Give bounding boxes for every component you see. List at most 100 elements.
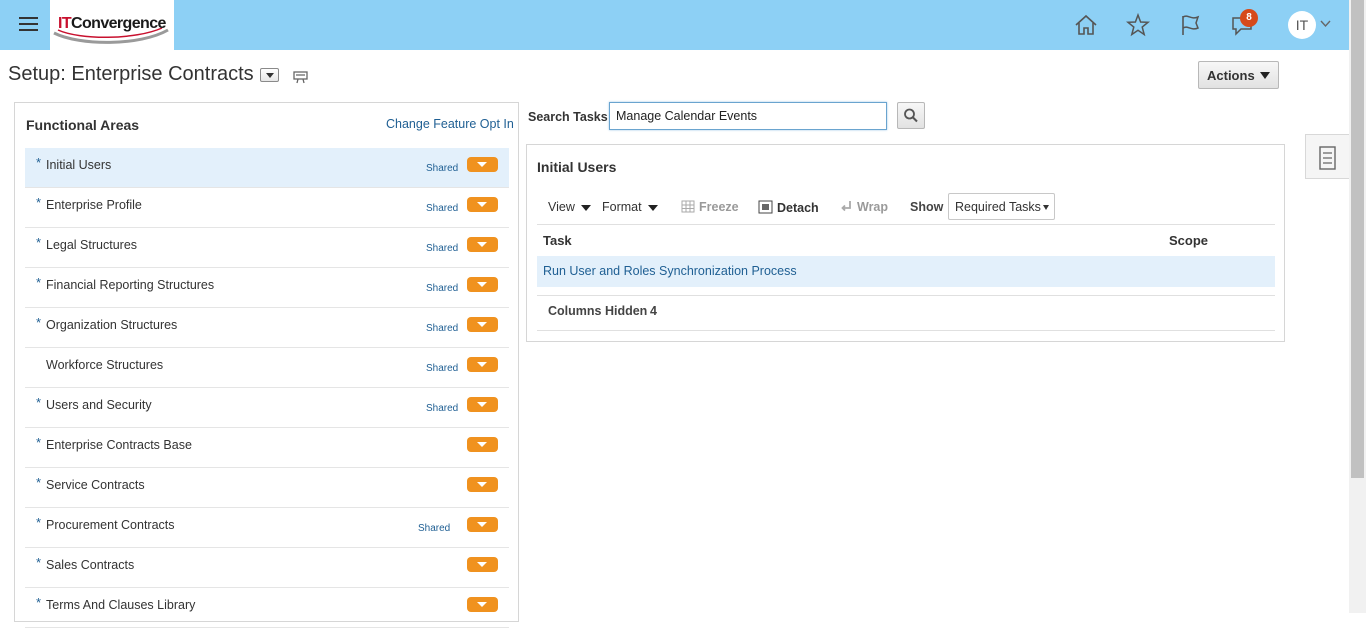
functional-area-label[interactable]: Procurement Contracts (46, 518, 175, 532)
functional-area-label[interactable]: Users and Security (46, 398, 152, 412)
caret-down-icon (1260, 72, 1270, 79)
column-header-scope[interactable]: Scope (1169, 233, 1208, 248)
home-icon[interactable] (1073, 12, 1099, 38)
caret-down-icon (1043, 205, 1049, 210)
functional-area-actions-button[interactable] (467, 317, 498, 332)
table-header: Task Scope (537, 229, 1275, 257)
change-feature-opt-in-link[interactable]: Change Feature Opt In (386, 117, 514, 131)
functional-area-row[interactable]: * Enterprise Profile Shared (25, 188, 509, 228)
columns-hidden-label: Columns Hidden (548, 304, 648, 318)
logo-text: ITConvergence (58, 15, 166, 33)
freeze-label: Freeze (699, 200, 739, 214)
column-header-task[interactable]: Task (543, 233, 572, 248)
functional-area-actions-button[interactable] (467, 357, 498, 372)
required-asterisk: * (36, 515, 42, 530)
functional-area-actions-button[interactable] (467, 237, 498, 252)
functional-area-actions-button[interactable] (467, 477, 498, 492)
page-scrollbar[interactable] (1349, 0, 1366, 613)
scrollbar-thumb[interactable] (1351, 0, 1364, 478)
functional-area-label[interactable]: Sales Contracts (46, 558, 134, 572)
functional-area-row[interactable]: * Users and Security Shared (25, 388, 509, 428)
functional-area-label[interactable]: Workforce Structures (46, 358, 163, 372)
task-link[interactable]: Run User and Roles Synchronization Proce… (543, 264, 797, 278)
detach-button[interactable]: Detach (758, 200, 819, 215)
functional-area-actions-button[interactable] (467, 197, 498, 212)
wrap-label: Wrap (857, 200, 889, 214)
functional-area-actions-button[interactable] (467, 517, 498, 532)
functional-area-label[interactable]: Legal Structures (46, 238, 137, 252)
freeze-icon (681, 200, 695, 213)
functional-area-label[interactable]: Enterprise Contracts Base (46, 438, 192, 452)
title-dropdown-button[interactable] (260, 68, 279, 82)
functional-area-actions-button[interactable] (467, 157, 498, 172)
required-asterisk: * (36, 155, 42, 170)
favorites-star-icon[interactable] (1125, 12, 1151, 38)
functional-area-label[interactable]: Service Contracts (46, 478, 145, 492)
shared-label: Shared (426, 323, 459, 334)
shared-label: Shared (426, 243, 459, 254)
shared-label: Shared (426, 283, 459, 294)
functional-area-row[interactable]: * Service Contracts (25, 468, 509, 508)
logo-suffix: Convergence (71, 15, 166, 32)
functional-areas-panel: Functional Areas Change Feature Opt In *… (14, 102, 519, 628)
functional-area-label[interactable]: Financial Reporting Structures (46, 278, 214, 292)
functional-area-label[interactable]: Enterprise Profile (46, 198, 142, 212)
functional-area-actions-button[interactable] (467, 597, 498, 612)
chevron-down-icon[interactable] (1320, 20, 1331, 28)
required-asterisk: * (36, 195, 42, 210)
detach-icon (758, 200, 773, 214)
functional-area-row[interactable]: * Terms And Clauses Library (25, 588, 509, 628)
search-tasks-input[interactable] (609, 102, 887, 130)
wrap-icon (841, 201, 851, 212)
required-asterisk: * (36, 555, 42, 570)
table-row[interactable]: Run User and Roles Synchronization Proce… (537, 256, 1275, 287)
watchlist-flag-icon[interactable] (1177, 12, 1203, 38)
functional-area-row[interactable]: * Financial Reporting Structures Shared (25, 268, 509, 308)
caret-down-icon (580, 204, 591, 211)
functional-area-actions-button[interactable] (467, 397, 498, 412)
show-select[interactable]: Required Tasks (948, 193, 1055, 220)
presentation-icon[interactable] (293, 71, 308, 84)
functional-area-row[interactable]: * Sales Contracts (25, 548, 509, 588)
user-avatar[interactable]: IT (1288, 11, 1316, 39)
tasks-panel-title: Initial Users (537, 159, 617, 175)
functional-area-label[interactable]: Terms And Clauses Library (46, 598, 195, 612)
detach-label: Detach (777, 201, 819, 215)
view-menu[interactable]: View (548, 200, 591, 214)
required-asterisk: * (36, 275, 42, 290)
navigator-menu-icon[interactable] (19, 17, 38, 31)
functional-area-label[interactable]: Initial Users (46, 158, 111, 172)
functional-area-row[interactable]: * Legal Structures Shared (25, 228, 509, 268)
show-select-value: Required Tasks (955, 200, 1041, 214)
wrap-button[interactable]: Wrap (840, 200, 888, 214)
functional-area-row[interactable]: Workforce Structures Shared (25, 348, 509, 388)
global-header: ITConvergence 8 IT (0, 0, 1349, 50)
shared-label: Shared (426, 363, 459, 374)
functional-area-row[interactable]: * Organization Structures Shared (25, 308, 509, 348)
required-asterisk: * (36, 235, 42, 250)
shared-label: Shared (426, 203, 459, 214)
format-menu[interactable]: Format (602, 200, 658, 214)
functional-area-row[interactable]: * Initial Users Shared (25, 148, 509, 188)
freeze-button[interactable]: Freeze (681, 200, 739, 214)
table-toolbar: View Format Freeze Detach Wrap Show Requ… (537, 193, 1275, 225)
required-asterisk: * (36, 395, 42, 410)
show-label: Show (910, 200, 944, 214)
required-asterisk: * (36, 475, 42, 490)
logo-prefix: IT (58, 15, 72, 32)
functional-area-actions-button[interactable] (467, 277, 498, 292)
functional-area-row[interactable]: * Enterprise Contracts Base (25, 428, 509, 468)
functional-area-label[interactable]: Organization Structures (46, 318, 177, 332)
caret-down-icon (647, 204, 658, 211)
functional-area-actions-button[interactable] (467, 437, 498, 452)
search-button[interactable] (897, 102, 925, 129)
functional-area-row[interactable]: * Procurement Contracts Shared (25, 508, 509, 548)
functional-areas-title: Functional Areas (26, 117, 140, 133)
functional-area-actions-button[interactable] (467, 557, 498, 572)
company-logo[interactable]: ITConvergence (50, 0, 174, 50)
actions-label: Actions (1207, 68, 1255, 83)
required-asterisk: * (36, 595, 42, 610)
side-panel-tab[interactable] (1305, 134, 1349, 179)
actions-button[interactable]: Actions (1198, 61, 1279, 89)
notification-count-badge: 8 (1240, 9, 1258, 27)
